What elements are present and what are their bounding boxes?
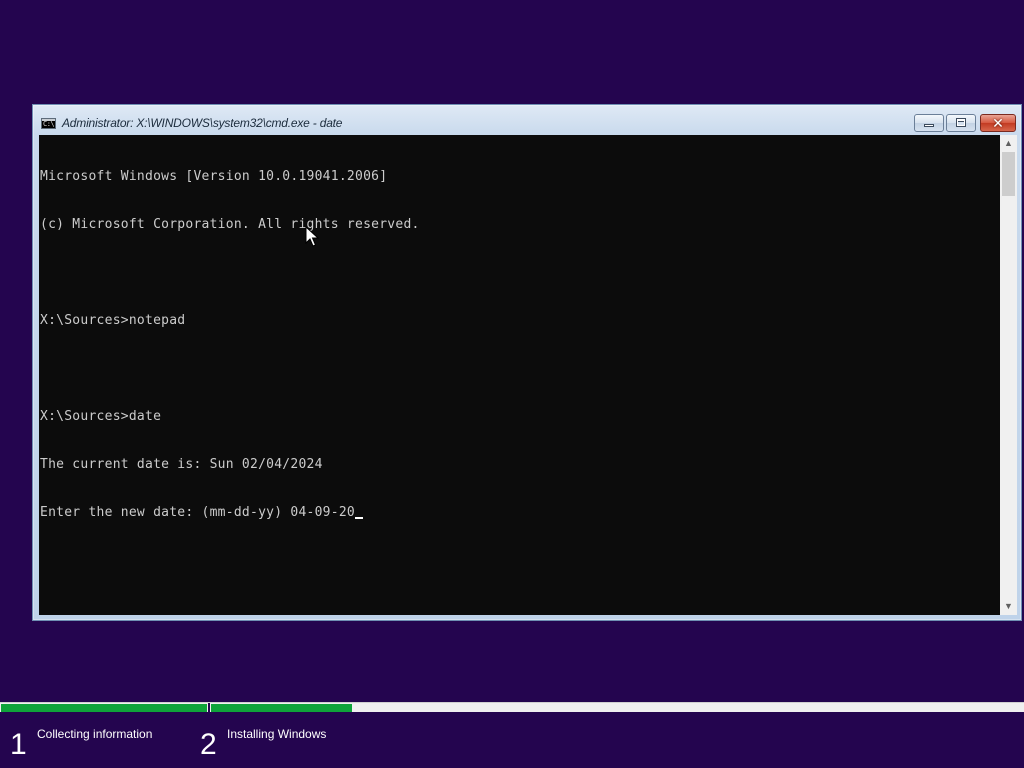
step-number: 2 <box>200 728 217 761</box>
scroll-thumb[interactable] <box>1002 152 1015 196</box>
console-line: (c) Microsoft Corporation. All rights re… <box>40 217 420 232</box>
step-number: 1 <box>10 728 27 761</box>
scroll-up-icon[interactable]: ▲ <box>1000 135 1017 152</box>
cmd-icon-glyph: C:\ <box>43 120 55 128</box>
restore-icon <box>956 118 966 127</box>
minimize-icon <box>924 124 934 127</box>
progress-divider <box>208 703 210 713</box>
maximize-button[interactable] <box>946 114 976 132</box>
close-icon: ✕ <box>992 115 1004 131</box>
console-text: Microsoft Windows [Version 10.0.19041.20… <box>40 137 420 553</box>
cmd-window[interactable]: C:\ Administrator: X:\WINDOWS\system32\c… <box>32 104 1022 621</box>
setup-progress-bar <box>0 702 1024 713</box>
console-line: X:\Sources>notepad <box>40 313 186 328</box>
date-prompt[interactable]: Enter the new date: (mm-dd-yy) 04-09-20 <box>40 505 355 520</box>
console-input-line[interactable]: Enter the new date: (mm-dd-yy) 04-09-20 <box>40 505 420 521</box>
progress-segment-installing <box>211 704 352 712</box>
console-line: Microsoft Windows [Version 10.0.19041.20… <box>40 169 388 184</box>
title-bar[interactable]: C:\ Administrator: X:\WINDOWS\system32\c… <box>33 105 1021 135</box>
minimize-button[interactable] <box>914 114 944 132</box>
mouse-pointer-icon <box>305 226 319 247</box>
cmd-console-icon[interactable]: C:\ <box>41 118 56 129</box>
window-title: Administrator: X:\WINDOWS\system32\cmd.e… <box>62 116 343 130</box>
vertical-scrollbar[interactable]: ▲ ▼ <box>1000 135 1017 615</box>
scroll-down-icon[interactable]: ▼ <box>1000 598 1017 615</box>
step-label: Collecting information <box>37 727 153 741</box>
console-output[interactable]: Microsoft Windows [Version 10.0.19041.20… <box>39 135 1000 615</box>
step-label: Installing Windows <box>227 727 327 741</box>
console-line: The current date is: Sun 02/04/2024 <box>40 457 323 472</box>
progress-segment-collecting <box>1 704 207 712</box>
close-button[interactable]: ✕ <box>980 114 1016 132</box>
console-line: X:\Sources>date <box>40 409 162 424</box>
text-cursor <box>355 517 363 519</box>
